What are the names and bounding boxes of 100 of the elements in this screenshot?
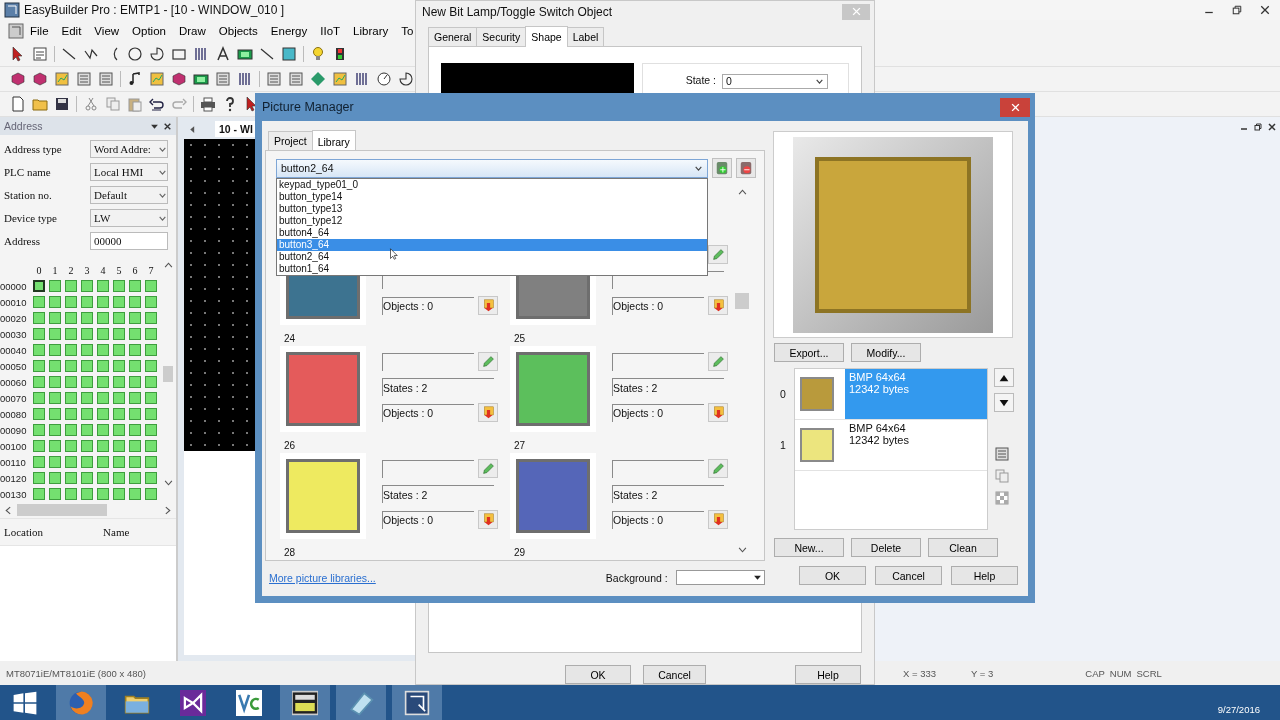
close-icon[interactable] [1260,5,1270,15]
list-icon[interactable] [98,71,114,87]
dialog-button[interactable]: Cancel [643,665,706,684]
restore-icon[interactable] [1232,5,1242,15]
background-dropdown[interactable] [675,570,765,585]
bulb-icon[interactable] [310,46,326,62]
chart-icon[interactable] [149,71,165,87]
display-icon[interactable] [193,71,209,87]
paste-icon[interactable] [127,96,143,112]
dialog-button[interactable]: OK [799,566,866,585]
bars-icon[interactable] [237,71,253,87]
bit-lamp[interactable] [33,280,45,292]
input-field[interactable]: 00000 [90,232,168,250]
dialog-button[interactable]: Help [795,665,861,684]
text-icon[interactable] [215,46,231,62]
gauge-icon[interactable] [376,71,392,87]
dropdown-field[interactable]: Default [90,186,168,204]
app-menu-icon[interactable] [8,23,24,39]
copy-icon[interactable] [105,96,121,112]
bars-icon[interactable] [193,46,209,62]
tab[interactable]: Project [268,131,313,150]
list-icon[interactable] [288,71,304,87]
edit-button[interactable] [708,352,728,371]
list-icon[interactable] [76,71,92,87]
cube-icon[interactable] [32,71,48,87]
action-button[interactable]: Delete [851,538,921,557]
scroll-right-icon[interactable] [163,505,172,515]
objects-button[interactable] [478,403,498,422]
polyline-icon[interactable] [83,46,99,62]
note-icon[interactable] [127,71,143,87]
redo-icon[interactable] [171,96,187,112]
panel-app-icon[interactable] [292,689,318,716]
state-dropdown[interactable]: 0 [722,73,828,89]
tab[interactable]: Shape [525,25,568,47]
menu-item[interactable]: File [24,23,56,39]
action-button[interactable]: New... [774,538,844,557]
dialog-button[interactable]: Help [951,566,1018,585]
dropdown-field[interactable]: LW [90,209,168,227]
chart-icon[interactable] [54,71,70,87]
dropdown-field[interactable]: Word Addre: [90,140,168,158]
scroll-thumb[interactable] [735,293,749,309]
menu-item[interactable]: Option [126,23,173,39]
list-icon[interactable] [994,446,1010,462]
save-icon[interactable] [54,96,70,112]
close-icon[interactable] [1268,123,1276,131]
objects-button[interactable] [708,403,728,422]
display-icon[interactable] [237,46,253,62]
menu-item[interactable]: IIoT [314,23,348,39]
close-icon[interactable] [163,121,172,131]
edit-button[interactable] [708,459,728,478]
line-icon[interactable] [259,46,275,62]
menu-item[interactable]: Library [347,23,396,39]
action-button[interactable]: Modify... [851,343,921,362]
cut-icon[interactable] [83,96,99,112]
circle-icon[interactable] [127,46,143,62]
menu-item[interactable]: Draw [172,23,213,39]
move-down-button[interactable] [994,393,1014,412]
code-app-icon[interactable] [236,689,262,716]
diamond-icon[interactable] [310,71,326,87]
rectangle-icon[interactable] [171,46,187,62]
new-file-icon[interactable] [10,96,26,112]
list-icon[interactable] [215,71,231,87]
start-icon[interactable] [12,689,38,716]
studio-icon[interactable] [180,689,206,716]
objects-button[interactable] [478,510,498,529]
browser-icon[interactable] [68,689,94,716]
scroll-left-icon[interactable] [4,505,13,515]
properties-icon[interactable] [32,46,48,62]
edit-button[interactable] [478,459,498,478]
dropdown-field[interactable]: Local HMI [90,163,168,181]
chart-icon[interactable] [332,71,348,87]
cube-icon[interactable] [10,71,26,87]
tab[interactable]: Security [476,26,527,46]
action-button[interactable]: Clean [928,538,998,557]
objects-button[interactable] [708,510,728,529]
scroll-up-icon[interactable] [163,261,173,270]
name-field[interactable] [612,459,704,478]
add-library-button[interactable] [712,158,732,178]
edit-button[interactable] [708,245,728,264]
copy-icon[interactable] [994,468,1010,484]
library-link[interactable]: More picture libraries... [269,571,376,584]
checker-icon[interactable] [994,490,1010,506]
menu-item[interactable]: To [395,23,421,39]
name-field[interactable] [612,352,704,371]
scroll-down-icon[interactable] [163,478,173,487]
restore-icon[interactable] [1254,123,1262,131]
scroll-up-icon[interactable] [737,188,747,197]
pie-icon[interactable] [398,71,414,87]
name-field[interactable] [382,459,474,478]
cube-icon[interactable] [171,71,187,87]
tab[interactable]: Label [566,26,605,46]
scroll-thumb[interactable] [163,366,173,382]
document-tab[interactable]: 10 - WI [215,121,257,137]
folder-icon[interactable] [32,96,48,112]
dialog-button[interactable]: OK [565,665,631,684]
move-up-button[interactable] [994,368,1014,387]
undo-icon[interactable] [149,96,165,112]
dialog-button[interactable]: Cancel [875,566,942,585]
scroll-left-icon[interactable] [188,124,197,134]
name-field[interactable] [382,352,474,371]
